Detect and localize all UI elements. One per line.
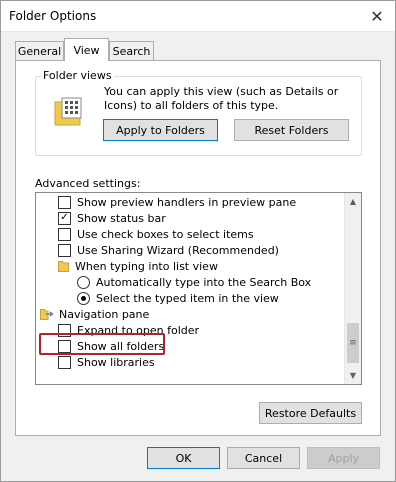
checkbox-use-check-boxes[interactable] bbox=[58, 227, 71, 241]
list-item-sharing-wizard[interactable]: Use Sharing Wizard (Recommended) bbox=[58, 242, 279, 258]
apply-button[interactable]: Apply bbox=[307, 447, 380, 469]
list-item-label: Expand to open folder bbox=[77, 323, 200, 337]
grip-icon: ≡ bbox=[349, 338, 357, 348]
list-item-label: Automatically type into the Search Box bbox=[96, 275, 312, 289]
list-item-label: When typing into list view bbox=[75, 259, 218, 273]
checkbox-show-all-folders[interactable] bbox=[58, 339, 71, 353]
checkmark-icon: ✓ bbox=[60, 212, 69, 223]
navigation-pane-icon bbox=[40, 309, 53, 320]
folder-options-window: Folder Options ✕ General View Search Fol… bbox=[0, 0, 396, 482]
checkbox-show-status-bar[interactable]: ✓ bbox=[58, 211, 71, 225]
scroll-up-button[interactable]: ▲ bbox=[345, 193, 361, 210]
list-item-label: Select the typed item in the view bbox=[96, 291, 279, 305]
list-item-when-typing: When typing into list view bbox=[58, 258, 218, 274]
chevron-down-icon: ▼ bbox=[349, 371, 357, 380]
apply-to-folders-label: Apply to Folders bbox=[116, 123, 205, 137]
tab-view[interactable]: View bbox=[64, 38, 109, 61]
checkbox-show-preview-handlers[interactable] bbox=[58, 195, 71, 209]
ok-button[interactable]: OK bbox=[147, 447, 220, 469]
radio-auto-type-search[interactable] bbox=[77, 275, 90, 289]
advanced-settings-label: Advanced settings: bbox=[35, 177, 141, 190]
tab-search-label: Search bbox=[112, 45, 151, 58]
ok-label: OK bbox=[175, 451, 192, 465]
checkbox-show-libraries[interactable] bbox=[58, 355, 71, 369]
tab-view-label: View bbox=[73, 43, 100, 57]
restore-defaults-label: Restore Defaults bbox=[264, 406, 357, 420]
tab-search[interactable]: Search bbox=[109, 41, 154, 61]
list-item-label: Show preview handlers in preview pane bbox=[77, 195, 297, 209]
radio-select-typed-item[interactable] bbox=[77, 291, 90, 305]
folder-view-icon bbox=[54, 97, 82, 126]
restore-defaults-button[interactable]: Restore Defaults bbox=[259, 402, 362, 424]
tab-general-label: General bbox=[17, 45, 62, 58]
scroll-down-button[interactable]: ▼ bbox=[345, 367, 361, 384]
list-item-label: Show all folders bbox=[77, 339, 165, 353]
close-icon: ✕ bbox=[370, 6, 384, 26]
folder-views-label: Folder views bbox=[41, 69, 114, 82]
list-item-show-preview-handlers[interactable]: Show preview handlers in preview pane bbox=[58, 194, 296, 210]
folder-views-description: You can apply this view (such as Details… bbox=[104, 85, 339, 112]
reset-folders-label: Reset Folders bbox=[254, 123, 329, 137]
window-title: Folder Options bbox=[9, 9, 97, 23]
chevron-up-icon: ▲ bbox=[349, 197, 357, 206]
tab-general[interactable]: General bbox=[15, 41, 64, 61]
list-item-label: Use check boxes to select items bbox=[77, 227, 254, 241]
checkbox-sharing-wizard[interactable] bbox=[58, 243, 71, 257]
apply-to-folders-button[interactable]: Apply to Folders bbox=[103, 119, 218, 141]
folder-icon bbox=[58, 261, 69, 272]
apply-label: Apply bbox=[327, 451, 360, 465]
list-item-expand-to-open-folder[interactable]: Expand to open folder bbox=[58, 322, 199, 338]
list-item-label: Show status bar bbox=[77, 211, 166, 225]
advanced-settings-list: Show preview handlers in preview pane ✓ … bbox=[35, 192, 362, 385]
title-bar: Folder Options ✕ bbox=[1, 1, 395, 32]
list-item-navigation-pane: Navigation pane bbox=[40, 306, 149, 322]
radio-selected-dot bbox=[81, 295, 86, 301]
cancel-label: Cancel bbox=[244, 451, 283, 465]
list-item-show-status-bar[interactable]: ✓ Show status bar bbox=[58, 210, 166, 226]
reset-folders-button[interactable]: Reset Folders bbox=[234, 119, 349, 141]
list-item-show-libraries[interactable]: Show libraries bbox=[58, 354, 155, 370]
list-item-show-all-folders[interactable]: Show all folders bbox=[58, 338, 164, 354]
list-item-use-check-boxes[interactable]: Use check boxes to select items bbox=[58, 226, 254, 242]
checkbox-expand-to-open-folder[interactable] bbox=[58, 323, 71, 337]
list-item-select-typed-item[interactable]: Select the typed item in the view bbox=[77, 290, 279, 306]
list-item-label: Use Sharing Wizard (Recommended) bbox=[77, 243, 279, 257]
list-item-label: Show libraries bbox=[77, 355, 155, 369]
close-button[interactable]: ✕ bbox=[363, 3, 391, 29]
cancel-button[interactable]: Cancel bbox=[227, 447, 300, 469]
scrollbar-thumb[interactable]: ≡ bbox=[347, 323, 359, 363]
list-item-label: Navigation pane bbox=[59, 307, 150, 321]
list-item-auto-type-search[interactable]: Automatically type into the Search Box bbox=[77, 274, 311, 290]
vertical-scrollbar[interactable]: ▲ ≡ ▼ bbox=[344, 193, 361, 384]
